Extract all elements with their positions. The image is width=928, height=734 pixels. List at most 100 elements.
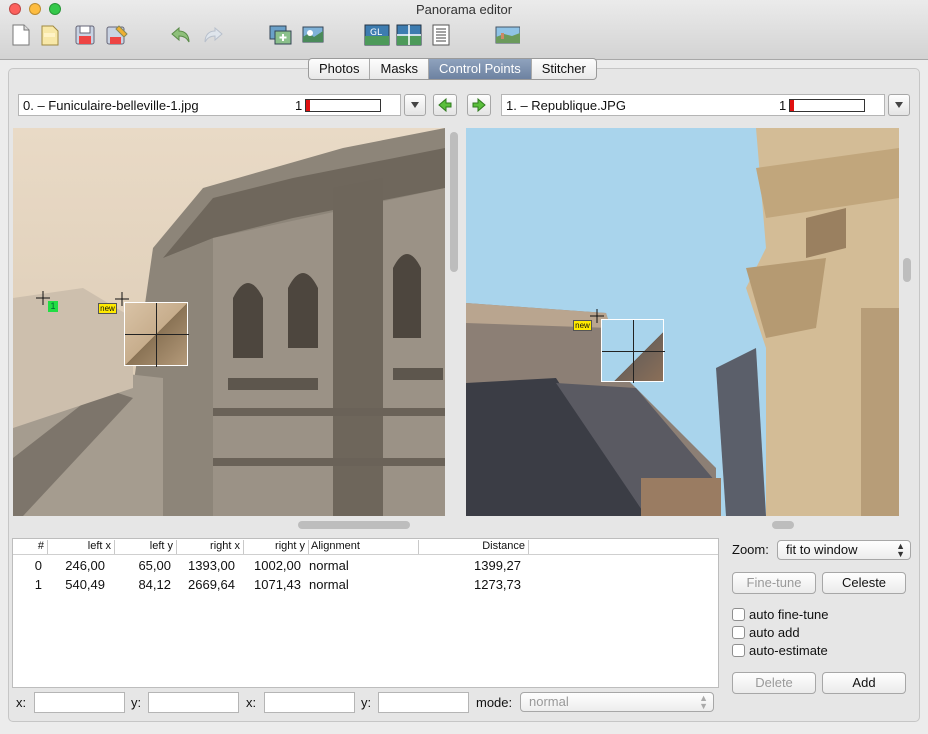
cell-right-x: 2669,64 [188,577,235,592]
auto-add-checkbox[interactable] [732,626,745,639]
cell-alignment: normal [309,558,349,573]
table-row[interactable]: 0 246,00 65,00 1393,00 1002,00 normal 13… [13,556,718,575]
arrow-left-icon [438,97,452,113]
right-x-field[interactable] [264,692,355,713]
mode-label: mode: [476,695,513,710]
right-y-label: y: [361,695,372,710]
right-image-selector[interactable]: 1. – Republique.JPG 1 [501,94,885,116]
gl-preview-icon[interactable]: GL [364,22,390,48]
left-image-cp-count: 1 [295,98,303,113]
cell-alignment: normal [309,577,349,592]
arrow-right-icon [472,97,486,113]
col-header-index[interactable]: # [13,540,48,554]
tab-bar: Photos Masks Control Points Stitcher [308,58,597,80]
right-y-field[interactable] [378,692,469,713]
right-image-view[interactable]: new [466,128,899,516]
left-x-field[interactable] [34,692,125,713]
left-vertical-scrollbar[interactable] [450,132,458,272]
open-project-icon[interactable] [38,22,64,48]
cell-distance: 1273,73 [474,577,521,592]
select-arrows-icon: ▲ ▼ [699,693,708,711]
right-new-point-label: new [573,320,592,331]
left-image-dropdown-button[interactable] [404,94,426,116]
right-image-dropdown-button[interactable] [888,94,910,116]
right-photo [466,128,899,516]
right-image-name: 1. – Republique.JPG [506,98,626,113]
tab-stitcher[interactable]: Stitcher [532,59,596,79]
chevron-down-icon [411,102,419,108]
tab-masks[interactable]: Masks [370,59,430,79]
celeste-button[interactable]: Celeste [822,572,906,594]
fast-preview-icon[interactable] [396,22,422,48]
left-image-view[interactable]: 1 new [13,128,445,516]
add-button[interactable]: Add [822,672,906,694]
col-header-left-x[interactable]: left x [48,540,115,554]
right-image-cp-count: 1 [779,98,787,113]
cell-left-x: 246,00 [65,558,105,573]
left-x-label: x: [16,695,27,710]
save-as-icon[interactable] [104,22,130,48]
fine-tune-button[interactable]: Fine-tune [732,572,816,594]
left-image-meter [305,99,381,112]
auto-estimate-checkbox[interactable] [732,644,745,657]
cell-right-x: 1393,00 [188,558,235,573]
auto-estimate-label: auto-estimate [749,643,828,658]
mode-select[interactable]: normal ▲ ▼ [520,692,714,712]
zoom-select[interactable]: fit to window ▲ ▼ [777,540,911,560]
cell-left-y: 65,00 [138,558,171,573]
left-point-id-label: 1 [48,301,58,312]
undo-icon[interactable] [168,22,194,48]
cell-right-y: 1071,43 [254,577,301,592]
left-new-point-label: new [98,303,117,314]
left-y-label: y: [131,695,142,710]
auto-add-label: auto add [749,625,800,640]
cell-left-y: 84,12 [138,577,171,592]
right-crosshair-icon [590,309,604,323]
title-bar: Panorama editor GL [0,0,928,60]
batch-icon[interactable] [428,22,454,48]
col-header-alignment[interactable]: Alignment [309,540,419,554]
tab-control-points[interactable]: Control Points [429,59,532,79]
delete-button[interactable]: Delete [732,672,816,694]
redo-icon[interactable] [200,22,226,48]
cell-distance: 1399,27 [474,558,521,573]
save-icon[interactable] [72,22,98,48]
add-images-icon[interactable] [268,22,294,48]
select-arrows-icon: ▲ ▼ [896,541,905,559]
left-photo [13,128,445,516]
right-vertical-scrollbar[interactable] [903,258,911,282]
left-zoom-box [124,302,189,367]
panorama-preview-icon[interactable] [494,22,520,48]
col-header-right-x[interactable]: right x [177,540,244,554]
add-time-series-icon[interactable] [300,22,326,48]
window-title: Panorama editor [415,2,513,17]
new-project-icon[interactable] [8,22,34,48]
right-horizontal-scrollbar[interactable] [772,521,794,529]
zoom-value: fit to window [786,542,858,557]
auto-fine-tune-label: auto fine-tune [749,607,829,622]
control-points-table: # left x left y right x right y Alignmen… [12,538,719,688]
left-horizontal-scrollbar[interactable] [298,521,410,529]
zoom-label: Zoom: [732,542,769,557]
left-crosshair-2-icon [115,292,129,306]
cell-right-y: 1002,00 [254,558,301,573]
left-image-selector[interactable]: 0. – Funiculaire-belleville-1.jpg 1 [18,94,401,116]
col-header-distance[interactable]: Distance [419,540,529,554]
right-image-meter [789,99,865,112]
left-y-field[interactable] [148,692,239,713]
previous-image-button[interactable] [433,94,457,116]
next-image-button[interactable] [467,94,491,116]
tab-photos[interactable]: Photos [309,59,371,79]
left-image-name: 0. – Funiculaire-belleville-1.jpg [23,98,199,113]
table-header: # left x left y right x right y Alignmen… [13,539,718,555]
auto-fine-tune-checkbox[interactable] [732,608,745,621]
svg-text:GL: GL [370,28,382,38]
col-header-left-y[interactable]: left y [115,540,177,554]
col-header-right-y[interactable]: right y [244,540,309,554]
right-zoom-box [601,319,665,383]
table-row[interactable]: 1 540,49 84,12 2669,64 1071,43 normal 12… [13,575,718,594]
cell-index: 1 [34,577,42,592]
chevron-down-icon [895,102,903,108]
cell-left-x: 540,49 [65,577,105,592]
right-x-label: x: [246,695,257,710]
